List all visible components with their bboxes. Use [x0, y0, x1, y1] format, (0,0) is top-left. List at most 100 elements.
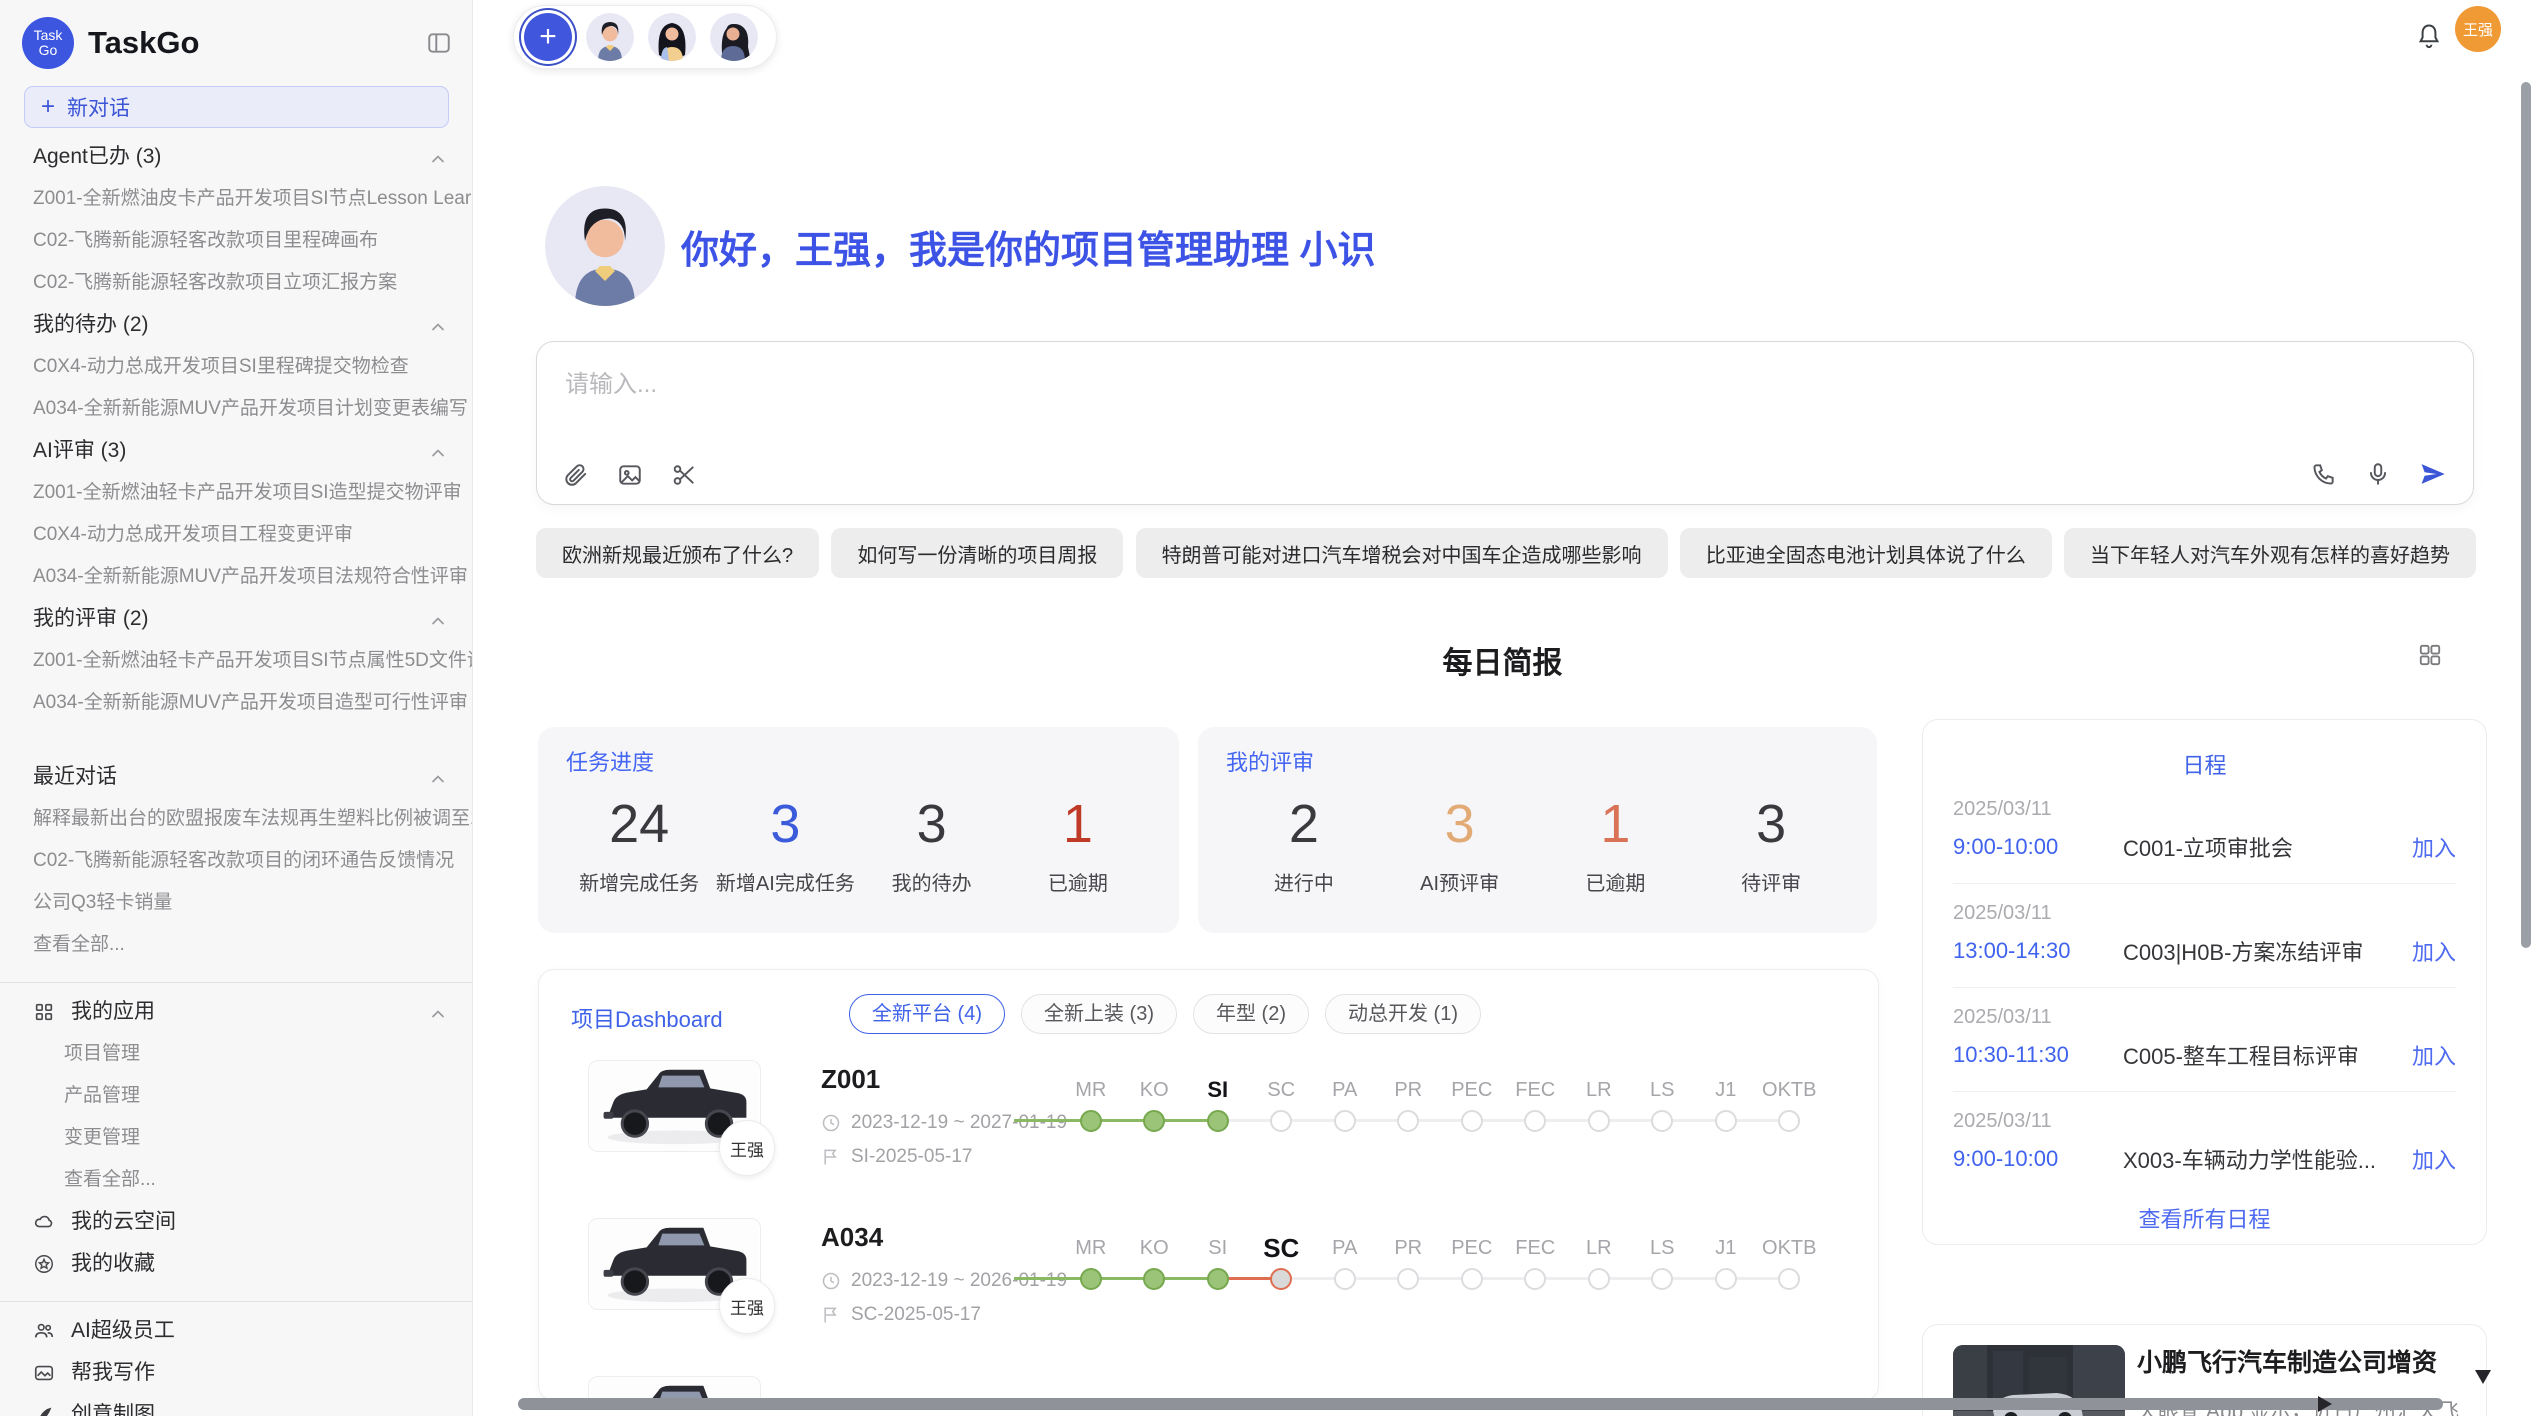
card-title: 我的评审 — [1226, 745, 1849, 777]
clock-icon — [821, 1113, 841, 1133]
stat-value: 3 — [859, 791, 1005, 857]
join-button[interactable]: 加入 — [2412, 831, 2456, 863]
scroll-down-arrow-icon[interactable] — [2475, 1370, 2491, 1384]
app-link-product-mgmt[interactable]: 产品管理 — [0, 1083, 472, 1109]
sidebar-item-creative-drawing[interactable]: 创意制图 — [0, 1402, 472, 1416]
suggestion-chip[interactable]: 当下年轻人对汽车外观有怎样的喜好趋势 — [2064, 528, 2476, 578]
stat-value: 3 — [712, 791, 858, 857]
app-link-change-mgmt[interactable]: 变更管理 — [0, 1125, 472, 1151]
horizontal-scrollbar[interactable] — [518, 1398, 2443, 1410]
event-title: C005-整车工程目标评审 — [2123, 1039, 2412, 1071]
composer-input[interactable]: 请输入... — [536, 341, 2474, 505]
recent-chat-item[interactable]: 解释最新出台的欧盟报废车法规再生塑料比例被调至15%... — [0, 806, 472, 832]
sidebar-item[interactable]: Z001-全新燃油轻卡产品开发项目SI造型提交物评审 — [0, 480, 472, 506]
project-gate: SC-2025-05-17 — [821, 1304, 981, 1326]
grid-view-icon[interactable] — [2417, 642, 2443, 668]
user-avatar[interactable]: 王强 — [2455, 6, 2501, 52]
sidebar-item[interactable]: A034-全新新能源MUV产品开发项目造型可行性评审 — [0, 690, 472, 716]
event-title: C003|H0B-方案冻结评审 — [2123, 935, 2412, 967]
event-title: C001-立项审批会 — [2123, 831, 2412, 863]
event-time: 9:00-10:00 — [1953, 1146, 2123, 1172]
app-link-project-mgmt[interactable]: 项目管理 — [0, 1041, 472, 1067]
sidebar-item-favorites[interactable]: 我的收藏 — [0, 1251, 472, 1277]
sidebar-item-ai-super-staff[interactable]: AI超级员工 — [0, 1318, 472, 1344]
view-all-recent-link[interactable]: 查看全部... — [0, 932, 472, 958]
filter-year-model[interactable]: 年型 (2) — [1193, 994, 1309, 1034]
sidebar-section-ai-review[interactable]: AI评审 (3) — [0, 438, 472, 464]
agent-avatar[interactable] — [648, 13, 696, 61]
filter-new-platform[interactable]: 全新平台 (4) — [849, 994, 1005, 1034]
stat-value: 2 — [1226, 791, 1382, 857]
agent-avatar[interactable] — [586, 13, 634, 61]
sidebar-item[interactable]: Z001-全新燃油皮卡产品开发项目SI节点Lesson Learn报告 — [0, 186, 472, 212]
milestone-dot — [1524, 1110, 1546, 1132]
taskgo-logo: Task Go — [22, 17, 74, 69]
filter-new-body[interactable]: 全新上装 (3) — [1021, 994, 1177, 1034]
add-agent-button[interactable]: + — [524, 13, 572, 61]
sidebar: Task Go TaskGo + 新对话 Agent已办 (3) Z001-全新… — [0, 0, 473, 1416]
composer-placeholder: 请输入... — [565, 364, 657, 399]
milestone: PEC — [1440, 1074, 1504, 1136]
sidebar-section-agent-done[interactable]: Agent已办 (3) — [0, 144, 472, 170]
milestone-dot — [1207, 1110, 1229, 1132]
sidebar-section-my-review[interactable]: 我的评审 (2) — [0, 606, 472, 632]
suggestion-chip[interactable]: 如何写一份清晰的项目周报 — [831, 528, 1123, 578]
view-all-schedule-link[interactable]: 查看所有日程 — [2132, 1201, 2276, 1235]
view-all-apps-link[interactable]: 查看全部... — [0, 1167, 472, 1193]
photo-pen-icon — [33, 1362, 55, 1384]
greeting-text: 你好，王强，我是你的项目管理助理 小识 — [681, 219, 1376, 274]
vertical-scrollbar[interactable] — [2521, 82, 2531, 948]
sidebar-item[interactable]: C0X4-动力总成开发项目工程变更评审 — [0, 522, 472, 548]
project-row[interactable] — [539, 1372, 1878, 1401]
project-dashboard-card: 项目Dashboard 全新平台 (4) 全新上装 (3) 年型 (2) 动总开… — [538, 969, 1879, 1401]
recent-chat-item[interactable]: C02-飞腾新能源轻客改款项目的闭环通告反馈情况 — [0, 848, 472, 874]
scissors-icon[interactable] — [671, 462, 697, 488]
milestone: J1 — [1694, 1074, 1758, 1136]
paperclip-icon[interactable] — [563, 462, 589, 488]
project-row[interactable]: 王强 Z001 2023-12-19 ~ 2027-01-19 SI-2025-… — [539, 1056, 1878, 1214]
milestone-dot — [1080, 1110, 1102, 1132]
milestone: PEC — [1440, 1232, 1504, 1294]
stat-ai-pre-review: 3 AI预评审 — [1382, 791, 1538, 896]
milestone-dot — [1080, 1268, 1102, 1290]
sidebar-section-recent[interactable]: 最近对话 — [0, 764, 472, 790]
milestone-dot — [1715, 1110, 1737, 1132]
sidebar-item-cloud-space[interactable]: 我的云空间 — [0, 1209, 472, 1235]
sidebar-header: Task Go TaskGo — [0, 0, 472, 72]
sidebar-item[interactable]: C02-飞腾新能源轻客改款项目立项汇报方案 — [0, 270, 472, 296]
sidebar-collapse-icon[interactable] — [426, 30, 452, 56]
suggestion-chip[interactable]: 特朗普可能对进口汽车增税会对中国车企造成哪些影响 — [1136, 528, 1668, 578]
milestone: FEC — [1504, 1074, 1568, 1136]
milestone: MR — [1059, 1074, 1123, 1136]
event-time: 13:00-14:30 — [1953, 938, 2123, 964]
sidebar-item[interactable]: A034-全新新能源MUV产品开发项目计划变更表编写 — [0, 396, 472, 422]
project-row[interactable]: 王强 A034 2023-12-19 ~ 2026-01-19 SC-2025-… — [539, 1214, 1878, 1372]
join-button[interactable]: 加入 — [2412, 935, 2456, 967]
send-icon[interactable] — [2419, 460, 2447, 488]
mic-icon[interactable] — [2365, 461, 2391, 487]
sidebar-item[interactable]: C02-飞腾新能源轻客改款项目里程碑画布 — [0, 228, 472, 254]
scroll-right-arrow-icon[interactable] — [2318, 1396, 2332, 1412]
timeline-lead — [1014, 1277, 1064, 1280]
filter-powertrain[interactable]: 动总开发 (1) — [1325, 994, 1481, 1034]
sidebar-item-help-me-write[interactable]: 帮我写作 — [0, 1360, 472, 1386]
image-icon[interactable] — [617, 462, 643, 488]
star-circle-icon — [33, 1253, 55, 1275]
suggestion-chip[interactable]: 欧洲新规最近颁布了什么? — [536, 528, 819, 578]
suggestion-chip[interactable]: 比亚迪全固态电池计划具体说了什么 — [1680, 528, 2052, 578]
project-name: A034 — [821, 1222, 883, 1253]
milestone-dot — [1588, 1110, 1610, 1132]
notification-bell-icon[interactable] — [2415, 22, 2443, 50]
sidebar-item[interactable]: A034-全新新能源MUV产品开发项目法规符合性评审 — [0, 564, 472, 590]
sidebar-item[interactable]: Z001-全新燃油轻卡产品开发项目SI节点属性5D文件评审 — [0, 648, 472, 674]
new-chat-button[interactable]: + 新对话 — [24, 86, 449, 128]
phone-icon[interactable] — [2311, 461, 2337, 487]
sidebar-item[interactable]: C0X4-动力总成开发项目SI里程碑提交物检查 — [0, 354, 472, 380]
project-gate: SI-2025-05-17 — [821, 1146, 972, 1168]
sidebar-section-my-apps[interactable]: 我的应用 — [0, 999, 472, 1025]
agent-avatar[interactable] — [710, 13, 758, 61]
recent-chat-item[interactable]: 公司Q3轻卡销量 — [0, 890, 472, 916]
join-button[interactable]: 加入 — [2412, 1039, 2456, 1071]
sidebar-section-my-todo[interactable]: 我的待办 (2) — [0, 312, 472, 338]
join-button[interactable]: 加入 — [2412, 1143, 2456, 1175]
